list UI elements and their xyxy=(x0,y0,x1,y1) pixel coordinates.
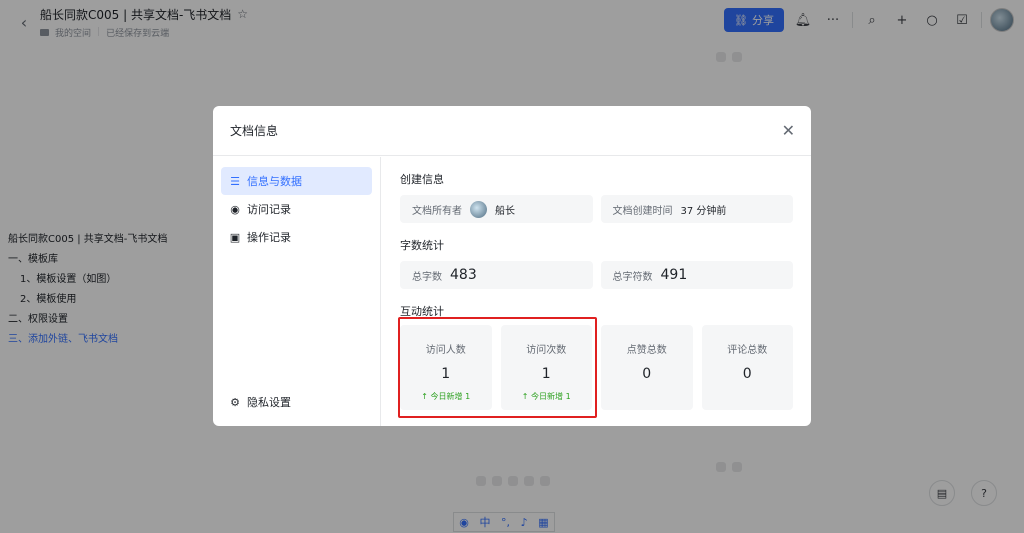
created-time-cell: 文档创建时间 37 分钟前 xyxy=(600,195,793,223)
dialog-header: 文档信息 ✕ xyxy=(213,106,811,156)
nav-label: 隐私设置 xyxy=(247,396,291,409)
char-value: 491 xyxy=(660,267,688,283)
word-value: 483 xyxy=(450,267,477,283)
stat-label: 评论总数 xyxy=(727,345,768,356)
created-label: 文档创建时间 xyxy=(612,205,673,217)
create-info-row: 文档所有者 船长 文档创建时间 37 分钟前 xyxy=(400,195,793,223)
stat-label: 点赞总数 xyxy=(626,345,667,356)
eye-icon: ◉ xyxy=(230,202,240,216)
nav-visit-records[interactable]: ◉ 访问记录 xyxy=(221,195,372,223)
word-count-row: 总字数 483 总字符数 491 xyxy=(400,261,793,289)
history-icon: ▣ xyxy=(229,230,241,244)
section-title: 创建信息 xyxy=(400,173,444,186)
dialog-title: 文档信息 xyxy=(230,124,279,138)
nav-label: 访问记录 xyxy=(247,203,291,216)
word-count-cell: 总字数 483 xyxy=(400,261,593,289)
char-count-cell: 总字符数 491 xyxy=(600,261,793,289)
list-icon: ☰ xyxy=(230,174,240,188)
close-icon[interactable]: ✕ xyxy=(782,121,795,140)
nav-privacy-settings[interactable]: ⚙ 隐私设置 xyxy=(221,388,373,416)
stat-card: 评论总数 0 xyxy=(701,325,793,410)
owner-name[interactable]: 船长 xyxy=(495,202,515,217)
word-label: 总字数 xyxy=(412,271,442,283)
nav-label: 操作记录 xyxy=(247,231,291,244)
created-value: 37 分钟前 xyxy=(680,205,727,217)
nav-info-data[interactable]: ☰ 信息与数据 xyxy=(221,167,372,195)
owner-label: 文档所有者 xyxy=(412,205,462,217)
highlight-box xyxy=(398,317,597,418)
owner-cell: 文档所有者 船长 xyxy=(400,195,593,223)
section-title: 字数统计 xyxy=(400,239,444,252)
nav-operation-records[interactable]: ▣ 操作记录 xyxy=(221,223,372,251)
stat-value: 0 xyxy=(642,366,652,382)
stat-card: 点赞总数 0 xyxy=(601,325,693,410)
stat-value: 0 xyxy=(742,366,752,382)
dialog-sidebar: ☰ 信息与数据 ◉ 访问记录 ▣ 操作记录 ⚙ 隐私设置 xyxy=(213,157,381,426)
gear-icon: ⚙ xyxy=(230,395,240,409)
char-label: 总字符数 xyxy=(612,271,653,283)
avatar[interactable] xyxy=(470,200,487,218)
nav-label: 信息与数据 xyxy=(247,175,302,188)
